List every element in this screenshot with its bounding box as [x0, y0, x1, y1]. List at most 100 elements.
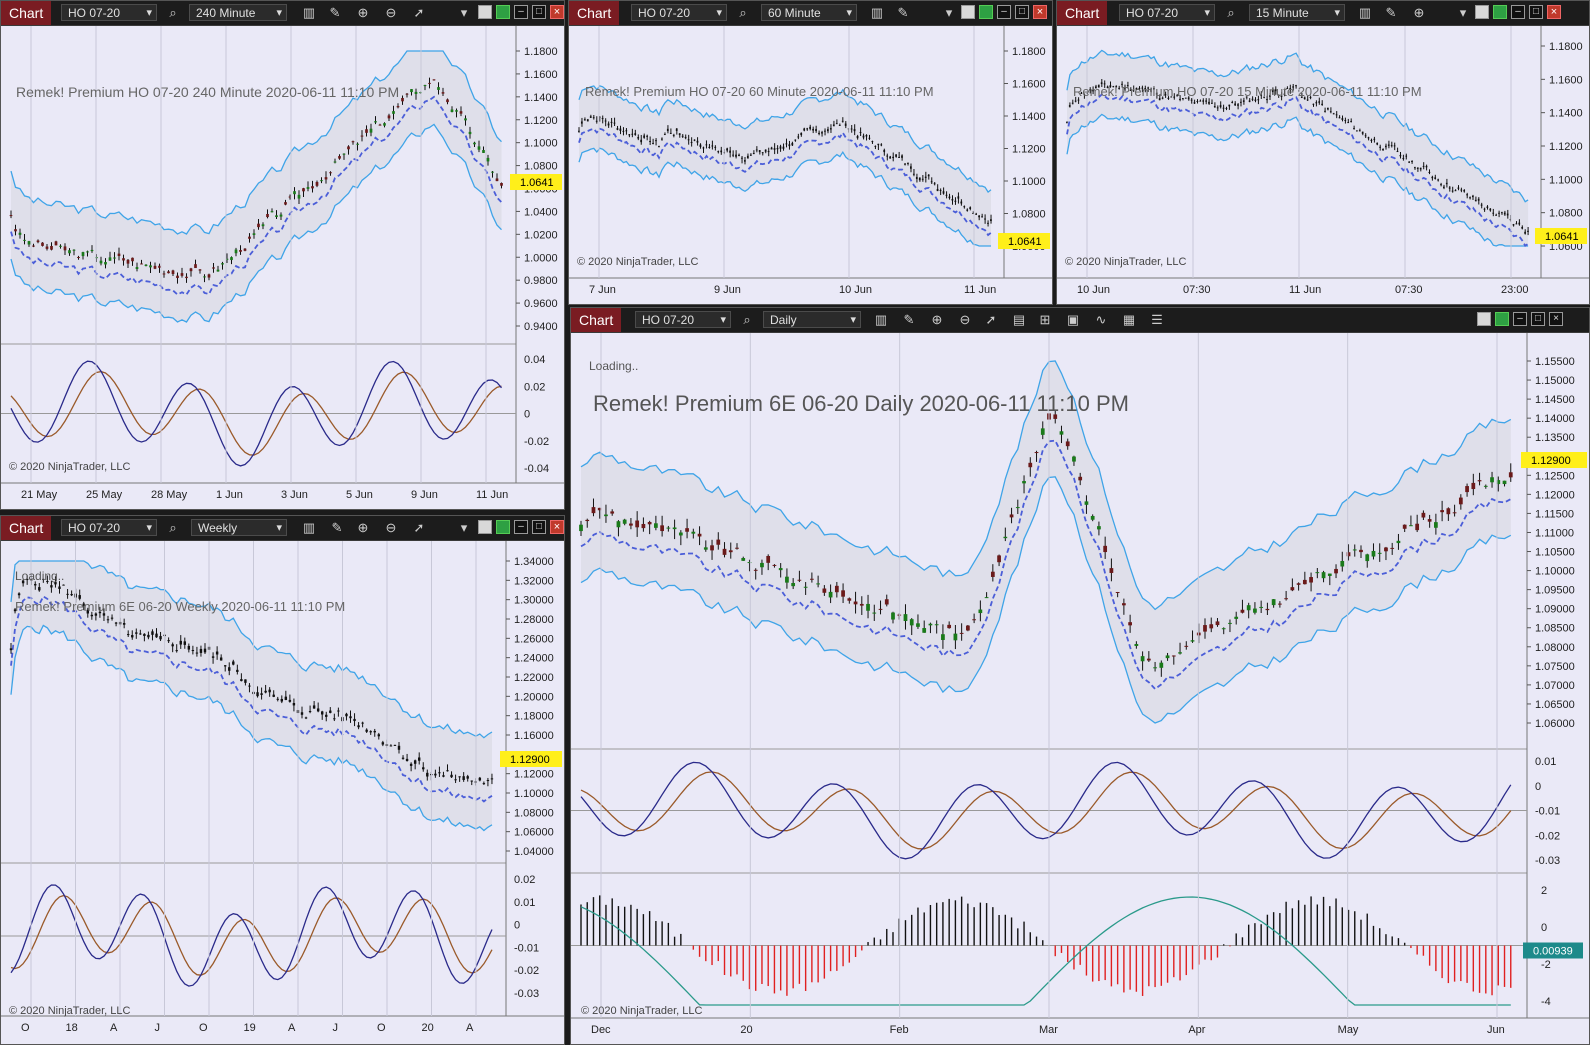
maximize-button[interactable]: □ — [1015, 5, 1029, 19]
chevron-down-icon[interactable]: ▾ — [941, 5, 957, 21]
search-icon[interactable]: ⌕ — [739, 312, 755, 328]
minimize-button[interactable]: – — [514, 520, 528, 534]
chart-window-15min[interactable]: Chart HO 07-20 ⌕ 15 Minute ▥ ✎ ⊕ ▾ – □ ×… — [1056, 0, 1590, 305]
candle-body — [131, 257, 134, 262]
close-button[interactable]: × — [1033, 5, 1047, 19]
chart-tab[interactable]: Chart — [1057, 1, 1108, 25]
link-green-icon[interactable] — [1493, 5, 1507, 19]
draw-tool-icon[interactable]: ✎ — [1383, 5, 1399, 21]
list-icon[interactable]: ☰ — [1149, 312, 1165, 328]
link-color-icon[interactable] — [1477, 312, 1491, 326]
maximize-button[interactable]: □ — [1531, 312, 1545, 326]
link-green-icon[interactable] — [979, 5, 993, 19]
pointer-icon[interactable]: ➚ — [411, 520, 427, 536]
maximize-button[interactable]: □ — [532, 520, 546, 534]
maximize-button[interactable]: □ — [1529, 5, 1543, 19]
chart-window-60min[interactable]: Chart 60 Minute HO 07-20 ⌕ 60 Minute ▥ ✎… — [568, 0, 1053, 305]
candle-body — [81, 252, 85, 257]
draw-tool-icon[interactable]: ✎ — [327, 5, 343, 21]
pointer-icon[interactable]: ➚ — [983, 312, 999, 328]
minimize-button[interactable]: – — [997, 5, 1011, 19]
minimize-button[interactable]: – — [1511, 5, 1525, 19]
instrument-selector[interactable]: HO 07-20 — [1119, 4, 1215, 22]
zoom-in-icon[interactable]: ⊕ — [355, 5, 371, 21]
chart-window-240min[interactable]: Chart HO 07-20 ⌕ 240 Minute ▥ ✎ ⊕ ⊖ ➚ ▾ … — [0, 0, 565, 510]
link-color-icon[interactable] — [1475, 5, 1489, 19]
chart-tab[interactable]: Chart — [571, 308, 622, 332]
instrument-selector[interactable]: HO 07-20 — [635, 311, 731, 329]
pointer-icon[interactable]: ➚ — [411, 5, 427, 21]
chart-window-weekly[interactable]: Chart HO 07-20 ⌕ Weekly ▥ ✎ ⊕ ⊖ ➚ ▾ – □ … — [0, 515, 565, 1045]
candle-body — [635, 520, 640, 528]
link-color-icon[interactable] — [961, 5, 975, 19]
chart-pane[interactable]: 1.34000 1.32000 1.30000 1.28000 1.26000 1.240… — [1, 541, 564, 1044]
draw-tool-icon[interactable]: ✎ — [895, 5, 911, 21]
chart-tab[interactable]: Chart — [1, 516, 52, 540]
close-button[interactable]: × — [550, 520, 564, 534]
chevron-down-icon[interactable]: ▾ — [1455, 5, 1471, 21]
chart-window-daily[interactable]: Chart HO 07-20 ⌕ Daily ▥ ✎ ⊕ ⊖ ➚ ▤ ⊞ ▣ ∿… — [570, 307, 1590, 1045]
zoom-out-icon[interactable]: ⊖ — [957, 312, 973, 328]
chart-tab[interactable]: Chart — [569, 1, 620, 25]
price-chart[interactable]: 1.155001.150001.145001.140001.135001.130… — [571, 333, 1589, 1045]
close-button[interactable]: × — [1549, 312, 1563, 326]
link-color-icon[interactable] — [478, 5, 492, 19]
instrument-selector[interactable]: HO 07-20 — [61, 519, 157, 537]
bar-type-icon[interactable]: ▥ — [301, 520, 317, 536]
link-green-icon[interactable] — [496, 5, 510, 19]
screenshot-icon[interactable]: ▣ — [1065, 312, 1081, 328]
candle-body — [442, 775, 445, 777]
indicators-icon[interactable]: ∿ — [1093, 312, 1109, 328]
properties-icon[interactable]: ▦ — [1121, 312, 1137, 328]
search-icon[interactable]: ⌕ — [165, 520, 181, 536]
candle-body — [38, 587, 41, 591]
price-chart[interactable]: 1.34000 1.32000 1.30000 1.28000 1.26000 1.240… — [1, 541, 564, 1045]
chart-pane[interactable]: 1.1800 1.1600 1.1400 1.1200 1.1000 1.0800 1.06… — [569, 26, 1052, 304]
chart-pane[interactable]: 1.1800 1.1600 1.1400 1.1200 1.1000 1.0800 1.06… — [1, 26, 564, 509]
draw-tool-icon[interactable]: ✎ — [329, 520, 345, 536]
search-icon[interactable]: ⌕ — [735, 5, 751, 21]
bar-type-icon[interactable]: ▥ — [1357, 5, 1373, 21]
bar-type-icon[interactable]: ▥ — [873, 312, 889, 328]
draw-tool-icon[interactable]: ✎ — [901, 312, 917, 328]
bar-type-icon[interactable]: ▥ — [301, 5, 317, 21]
time-tick-label: May — [1338, 1024, 1359, 1036]
candle-body — [726, 148, 728, 151]
interval-selector[interactable]: 240 Minute — [189, 4, 287, 22]
close-button[interactable]: × — [1547, 5, 1561, 19]
candle-body — [377, 734, 381, 737]
link-green-icon[interactable] — [496, 520, 510, 534]
chart-tab[interactable]: Chart — [1, 1, 52, 25]
link-green-icon[interactable] — [1495, 312, 1509, 326]
time-tick-label: 1 Jun — [216, 489, 243, 501]
instrument-selector[interactable]: HO 07-20 — [631, 4, 727, 22]
chart-pane[interactable]: 1.155001.150001.145001.140001.135001.130… — [571, 333, 1589, 1044]
bar-type-icon[interactable]: ▥ — [869, 5, 885, 21]
link-color-icon[interactable] — [478, 520, 492, 534]
minimize-button[interactable]: – — [1513, 312, 1527, 326]
instrument-selector[interactable]: HO 07-20 — [61, 4, 157, 22]
candle-body — [903, 614, 908, 622]
interval-selector[interactable]: 60 Minute — [761, 4, 857, 22]
close-button[interactable]: × — [550, 5, 564, 19]
maximize-button[interactable]: □ — [532, 5, 546, 19]
interval-selector[interactable]: 15 Minute — [1249, 4, 1345, 22]
zoom-in-icon[interactable]: ⊕ — [929, 312, 945, 328]
data-box-icon[interactable]: ▤ — [1011, 312, 1027, 328]
interval-selector[interactable]: Daily — [763, 311, 861, 329]
interval-selector[interactable]: Weekly — [191, 519, 287, 537]
search-icon[interactable]: ⌕ — [1223, 5, 1239, 21]
minimize-button[interactable]: – — [514, 5, 528, 19]
strategies-icon[interactable]: ⊞ — [1037, 312, 1053, 328]
search-icon[interactable]: ⌕ — [165, 5, 181, 21]
zoom-in-icon[interactable]: ⊕ — [355, 520, 371, 536]
zoom-out-icon[interactable]: ⊖ — [383, 5, 399, 21]
chevron-down-icon[interactable]: ▾ — [456, 5, 472, 21]
candle-body — [782, 146, 785, 149]
zoom-out-icon[interactable]: ⊖ — [383, 520, 399, 536]
chart-pane[interactable]: 1.1800 1.1600 1.1400 1.1200 1.1000 1.0800 1.06… — [1057, 26, 1589, 304]
zoom-in-icon[interactable]: ⊕ — [1411, 5, 1427, 21]
chevron-down-icon[interactable]: ▾ — [456, 520, 472, 536]
candle-body — [595, 120, 598, 122]
candle-body — [108, 257, 112, 261]
